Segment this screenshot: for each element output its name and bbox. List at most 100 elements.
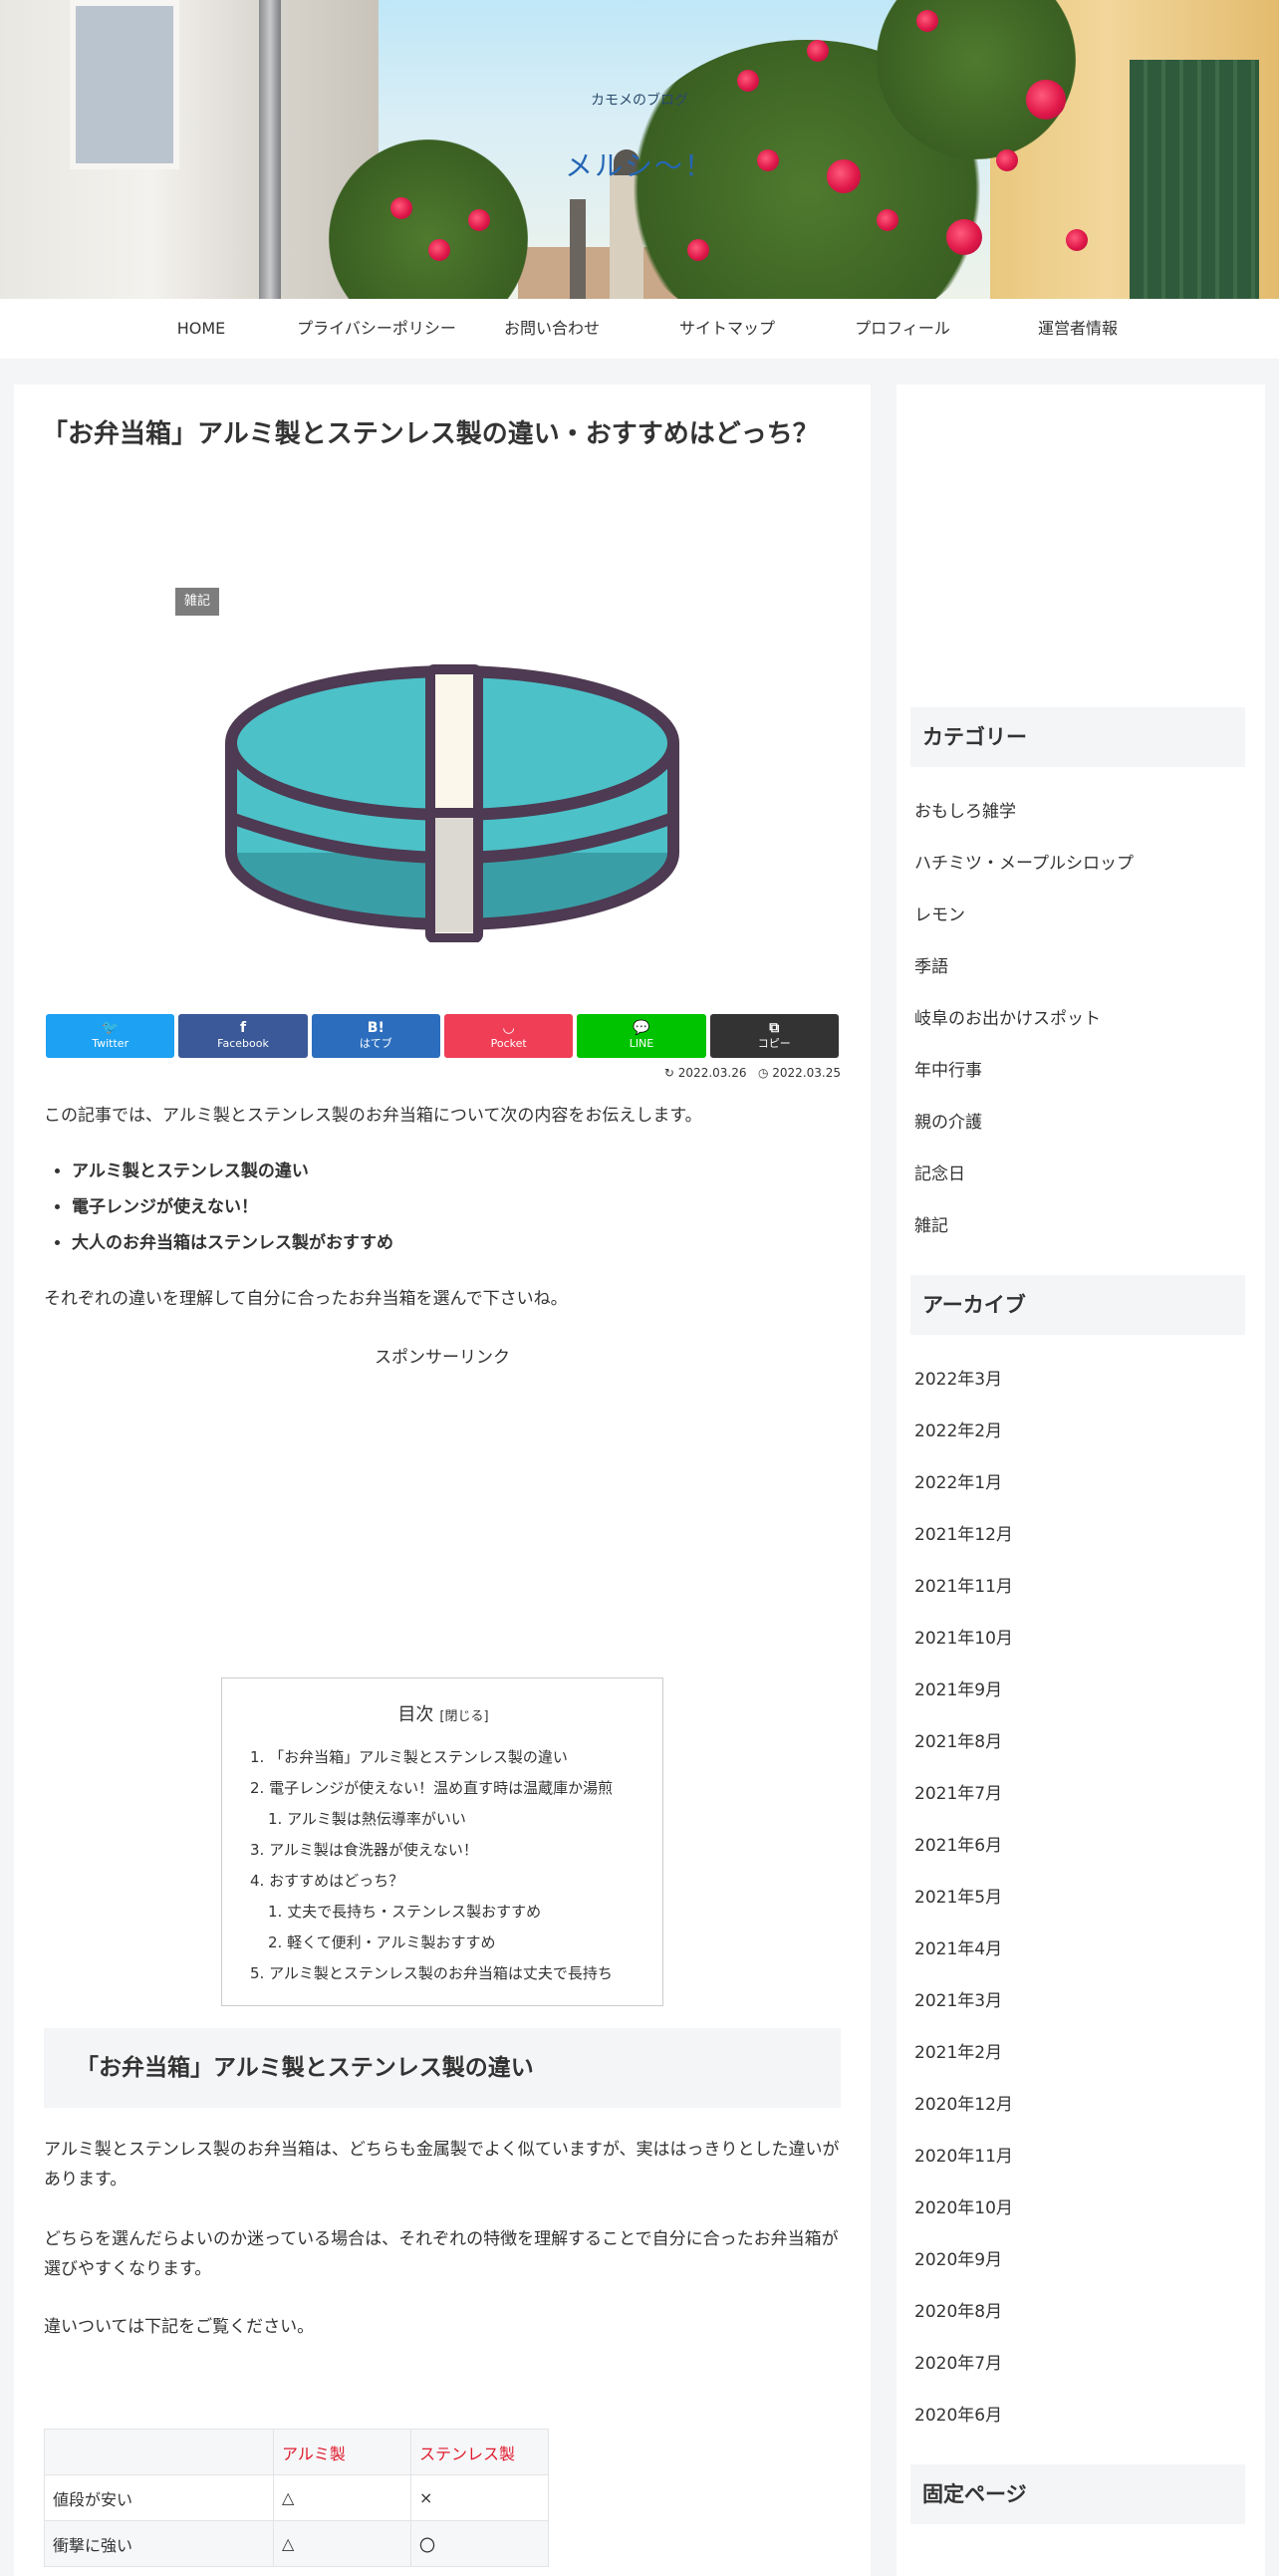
categories-heading: カテゴリー [910,707,1245,767]
archive-link[interactable]: 2021年9月 [914,1675,1002,1700]
rose [946,219,982,255]
toc-item[interactable]: 2. 電子レンジが使えない！温め直す時は温蔵庫か湯煎 [250,1777,613,1798]
sidebar: カテゴリー おもしろ雑学 ハチミツ・メープルシロップ レモン 季語 岐阜のお出か… [896,385,1265,2576]
sponsored-link-label: スポンサーリンク [375,1348,510,1368]
twitter-icon: 🐦 [101,1020,120,1036]
article-title: 「お弁当箱」アルミ製とステンレス製の違い・おすすめはどっち？ [42,419,819,449]
table-cell: △ [273,2474,411,2521]
share-line-button[interactable]: 💬 LINE [577,1014,706,1058]
list-item: 大人のお弁当箱はステンレス製がおすすめ [72,1225,393,1261]
nav-contact[interactable]: お問い合わせ [462,299,641,359]
archive-link[interactable]: 2020年8月 [914,2297,1002,2322]
paragraph: 違いついては下記をご覧ください。 [44,2317,315,2337]
toc-item[interactable]: 4. おすすめはどっち？ [250,1870,403,1891]
category-link[interactable]: 岐阜のお出かけスポット [914,1004,1101,1029]
nav-sitemap[interactable]: サイトマップ [638,299,817,359]
site-header: カモメのブログ メルシ～！ [0,0,1279,299]
line-icon: 💬 [633,1020,650,1036]
category-link[interactable]: 年中行事 [914,1056,982,1081]
paragraph: アルミ製とステンレス製のお弁当箱は、どちらも金属製でよく似ていますが、実ははっき… [44,2140,840,2190]
header-spire [570,199,586,299]
table-cell: 衝撃に強い [44,2520,274,2567]
archive-link[interactable]: 2020年7月 [914,2349,1002,2374]
category-link[interactable]: レモン [914,901,965,925]
lead-text: それぞれの違いを理解して自分に合ったお弁当箱を選んで下さいね。 [44,1289,568,1309]
archive-link[interactable]: 2021年3月 [914,1986,1002,2011]
paragraph: どちらを選んだらよいのか迷っている場合は、それぞれの特徴を理解することで自分に合… [44,2229,839,2279]
table-cell: × [410,2474,549,2521]
archive-link[interactable]: 2021年12月 [914,1520,1013,1545]
table-header-cell: ステンレス製 [410,2429,549,2475]
category-link[interactable]: 記念日 [914,1159,965,1184]
post-dates: ↻ 2022.03.26 ◷ 2022.03.25 [632,1066,841,1080]
table-row: 衝撃に強い △ 〇 [44,2520,549,2567]
archive-link[interactable]: 2020年10月 [914,2193,1013,2218]
share-twitter-button[interactable]: 🐦 Twitter [46,1014,175,1058]
toc-item[interactable]: 3. アルミ製は食洗器が使えない！ [250,1839,478,1860]
share-hatena-button[interactable]: B! はてブ [311,1014,440,1058]
share-copy-button[interactable]: ⧉ コピー [709,1014,839,1058]
summary-list: アルミ製とステンレス製の違い 電子レンジが使えない！ 大人のお弁当箱はステンレス… [72,1154,393,1261]
nav-privacy-policy[interactable]: プライバシーポリシー [287,299,466,359]
archive-link[interactable]: 2021年11月 [914,1572,1013,1597]
archive-link[interactable]: 2021年2月 [914,2038,1002,2063]
archive-link[interactable]: 2020年6月 [914,2401,1002,2426]
table-cell: 値段が安い [44,2474,274,2521]
comparison-table: アルミ製 ステンレス製 値段が安い △ × 衝撃に強い △ 〇 [44,2429,549,2567]
rose [428,239,450,261]
nav-home[interactable]: HOME [112,299,291,359]
table-cell: 〇 [410,2520,549,2567]
category-link[interactable]: おもしろ雑学 [914,797,1016,822]
toc-item[interactable]: 5. アルミ製とステンレス製のお弁当箱は丈夫で長持ち [250,1962,613,1983]
toc-subitem[interactable]: 2. 軽くて便利・アルミ製おすすめ [268,1932,495,1952]
toc-toggle[interactable]: [閉じる] [439,1709,488,1724]
archive-link[interactable]: 2021年5月 [914,1883,1002,1908]
toc-title: 目次 [閉じる] [397,1704,489,1725]
category-link[interactable]: ハチミツ・メープルシロップ [914,849,1134,874]
share-facebook-button[interactable]: f Facebook [178,1014,308,1058]
archive-link[interactable]: 2021年10月 [914,1624,1013,1649]
facebook-icon: f [239,1020,247,1036]
archive-link[interactable]: 2020年12月 [914,2090,1013,2115]
toc-subitem[interactable]: 1. アルミ製は熱伝導率がいい [268,1808,466,1829]
site-tagline: カモメのブログ [591,93,688,109]
clock-icon: ◷ [757,1066,769,1080]
table-header-cell [44,2429,274,2475]
archive-link[interactable]: 2021年4月 [914,1934,1002,1959]
rose [737,70,759,92]
archive-link[interactable]: 2020年11月 [914,2142,1013,2167]
toc-subitem[interactable]: 1. 丈夫で長持ち・ステンレス製おすすめ [268,1901,541,1922]
site-title[interactable]: メルシ～！ [0,144,1279,184]
fixed-pages-heading: 固定ページ [910,2464,1245,2524]
archive-link[interactable]: 2022年2月 [914,1417,1002,1441]
global-nav: HOME プライバシーポリシー お問い合わせ サイトマップ プロフィール 運営者… [0,299,1279,359]
table-row: 値段が安い △ × [44,2474,549,2521]
rose [1066,229,1088,251]
rose [916,10,938,32]
rose [807,40,829,62]
nav-operator-info[interactable]: 運営者情報 [988,299,1167,359]
archive-link[interactable]: 2021年7月 [914,1779,1002,1804]
nav-profile[interactable]: プロフィール [813,299,992,359]
rose [468,209,490,231]
category-link[interactable]: 親の介護 [914,1108,982,1133]
toc-item[interactable]: 1. 「お弁当箱」アルミ製とステンレス製の違い [250,1746,568,1767]
pocket-icon: ◡ [503,1020,515,1036]
intro-text: この記事では、アルミ製とステンレス製のお弁当箱について次の内容をお伝えします。 [44,1106,702,1126]
share-pocket-button[interactable]: ◡ Pocket [443,1014,574,1058]
update-icon: ↻ [663,1066,674,1080]
archive-link[interactable]: 2022年1月 [914,1468,1002,1493]
category-link[interactable]: 雑記 [914,1211,948,1236]
archive-link[interactable]: 2021年8月 [914,1727,1002,1752]
section-heading: 「お弁当箱」アルミ製とステンレス製の違い [44,2028,841,2108]
archive-link[interactable]: 2022年3月 [914,1365,1002,1390]
table-cell: △ [273,2520,411,2567]
category-badge[interactable]: 雑記 [175,588,219,616]
main-content: 「お弁当箱」アルミ製とステンレス製の違い・おすすめはどっち？ 雑記 🐦 Twit… [14,385,871,2576]
published-date: 2022.03.25 [772,1066,841,1080]
copy-icon: ⧉ [769,1020,780,1036]
rose [877,209,898,231]
archive-link[interactable]: 2021年6月 [914,1831,1002,1856]
archive-link[interactable]: 2020年9月 [914,2245,1002,2270]
category-link[interactable]: 季語 [914,952,948,977]
